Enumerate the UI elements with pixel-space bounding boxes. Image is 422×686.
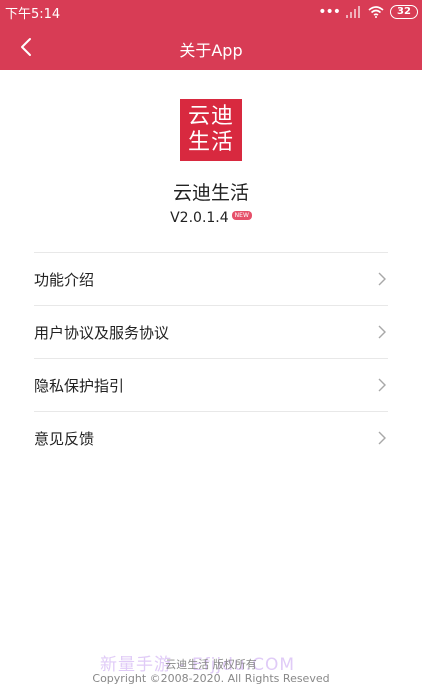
menu-item-label: 用户协议及服务协议 bbox=[34, 323, 170, 342]
app-logo: 云迪 生活 bbox=[180, 99, 242, 161]
header-bar: 下午5:14 ••• 32 关于App bbox=[0, 0, 422, 70]
menu-item-label: 隐私保护指引 bbox=[34, 376, 125, 395]
nav-bar: 关于App bbox=[0, 24, 422, 70]
logo-line1: 云迪 bbox=[187, 104, 234, 129]
version-text: V2.0.1.4 bbox=[170, 210, 229, 226]
more-dots-icon: ••• bbox=[318, 4, 341, 20]
menu-list: 功能介绍 用户协议及服务协议 隐私保护指引 意见反馈 bbox=[34, 252, 388, 464]
status-bar: 下午5:14 ••• 32 bbox=[0, 0, 422, 24]
chevron-right-icon bbox=[376, 271, 388, 287]
version-row: V2.0.1.4 NEW bbox=[0, 210, 422, 226]
menu-item-privacy[interactable]: 隐私保护指引 bbox=[34, 359, 388, 412]
wifi-icon bbox=[368, 3, 384, 22]
signal-icon bbox=[346, 3, 362, 22]
logo-line2: 生活 bbox=[187, 130, 234, 155]
menu-item-label: 意见反馈 bbox=[34, 429, 95, 448]
chevron-right-icon bbox=[376, 324, 388, 340]
battery-icon: 32 bbox=[390, 5, 418, 19]
new-badge: NEW bbox=[231, 210, 252, 220]
status-icons: ••• 32 bbox=[318, 4, 418, 20]
chevron-right-icon bbox=[376, 377, 388, 393]
chevron-right-icon bbox=[376, 430, 388, 446]
logo-text: 云迪 生活 bbox=[187, 104, 235, 156]
menu-item-features[interactable]: 功能介绍 bbox=[34, 253, 388, 306]
footer: 云迪生活 版权所有 Copyright ©2008-2020. All Righ… bbox=[0, 658, 422, 686]
menu-item-user-agreement[interactable]: 用户协议及服务协议 bbox=[34, 306, 388, 359]
menu-item-feedback[interactable]: 意见反馈 bbox=[34, 412, 388, 464]
menu-item-label: 功能介绍 bbox=[34, 270, 95, 289]
copyright-owner: 云迪生活 版权所有 bbox=[165, 658, 257, 671]
page-title: 关于App bbox=[179, 41, 243, 60]
app-name: 云迪生活 bbox=[172, 182, 249, 204]
status-time: 下午5:14 bbox=[5, 7, 61, 22]
